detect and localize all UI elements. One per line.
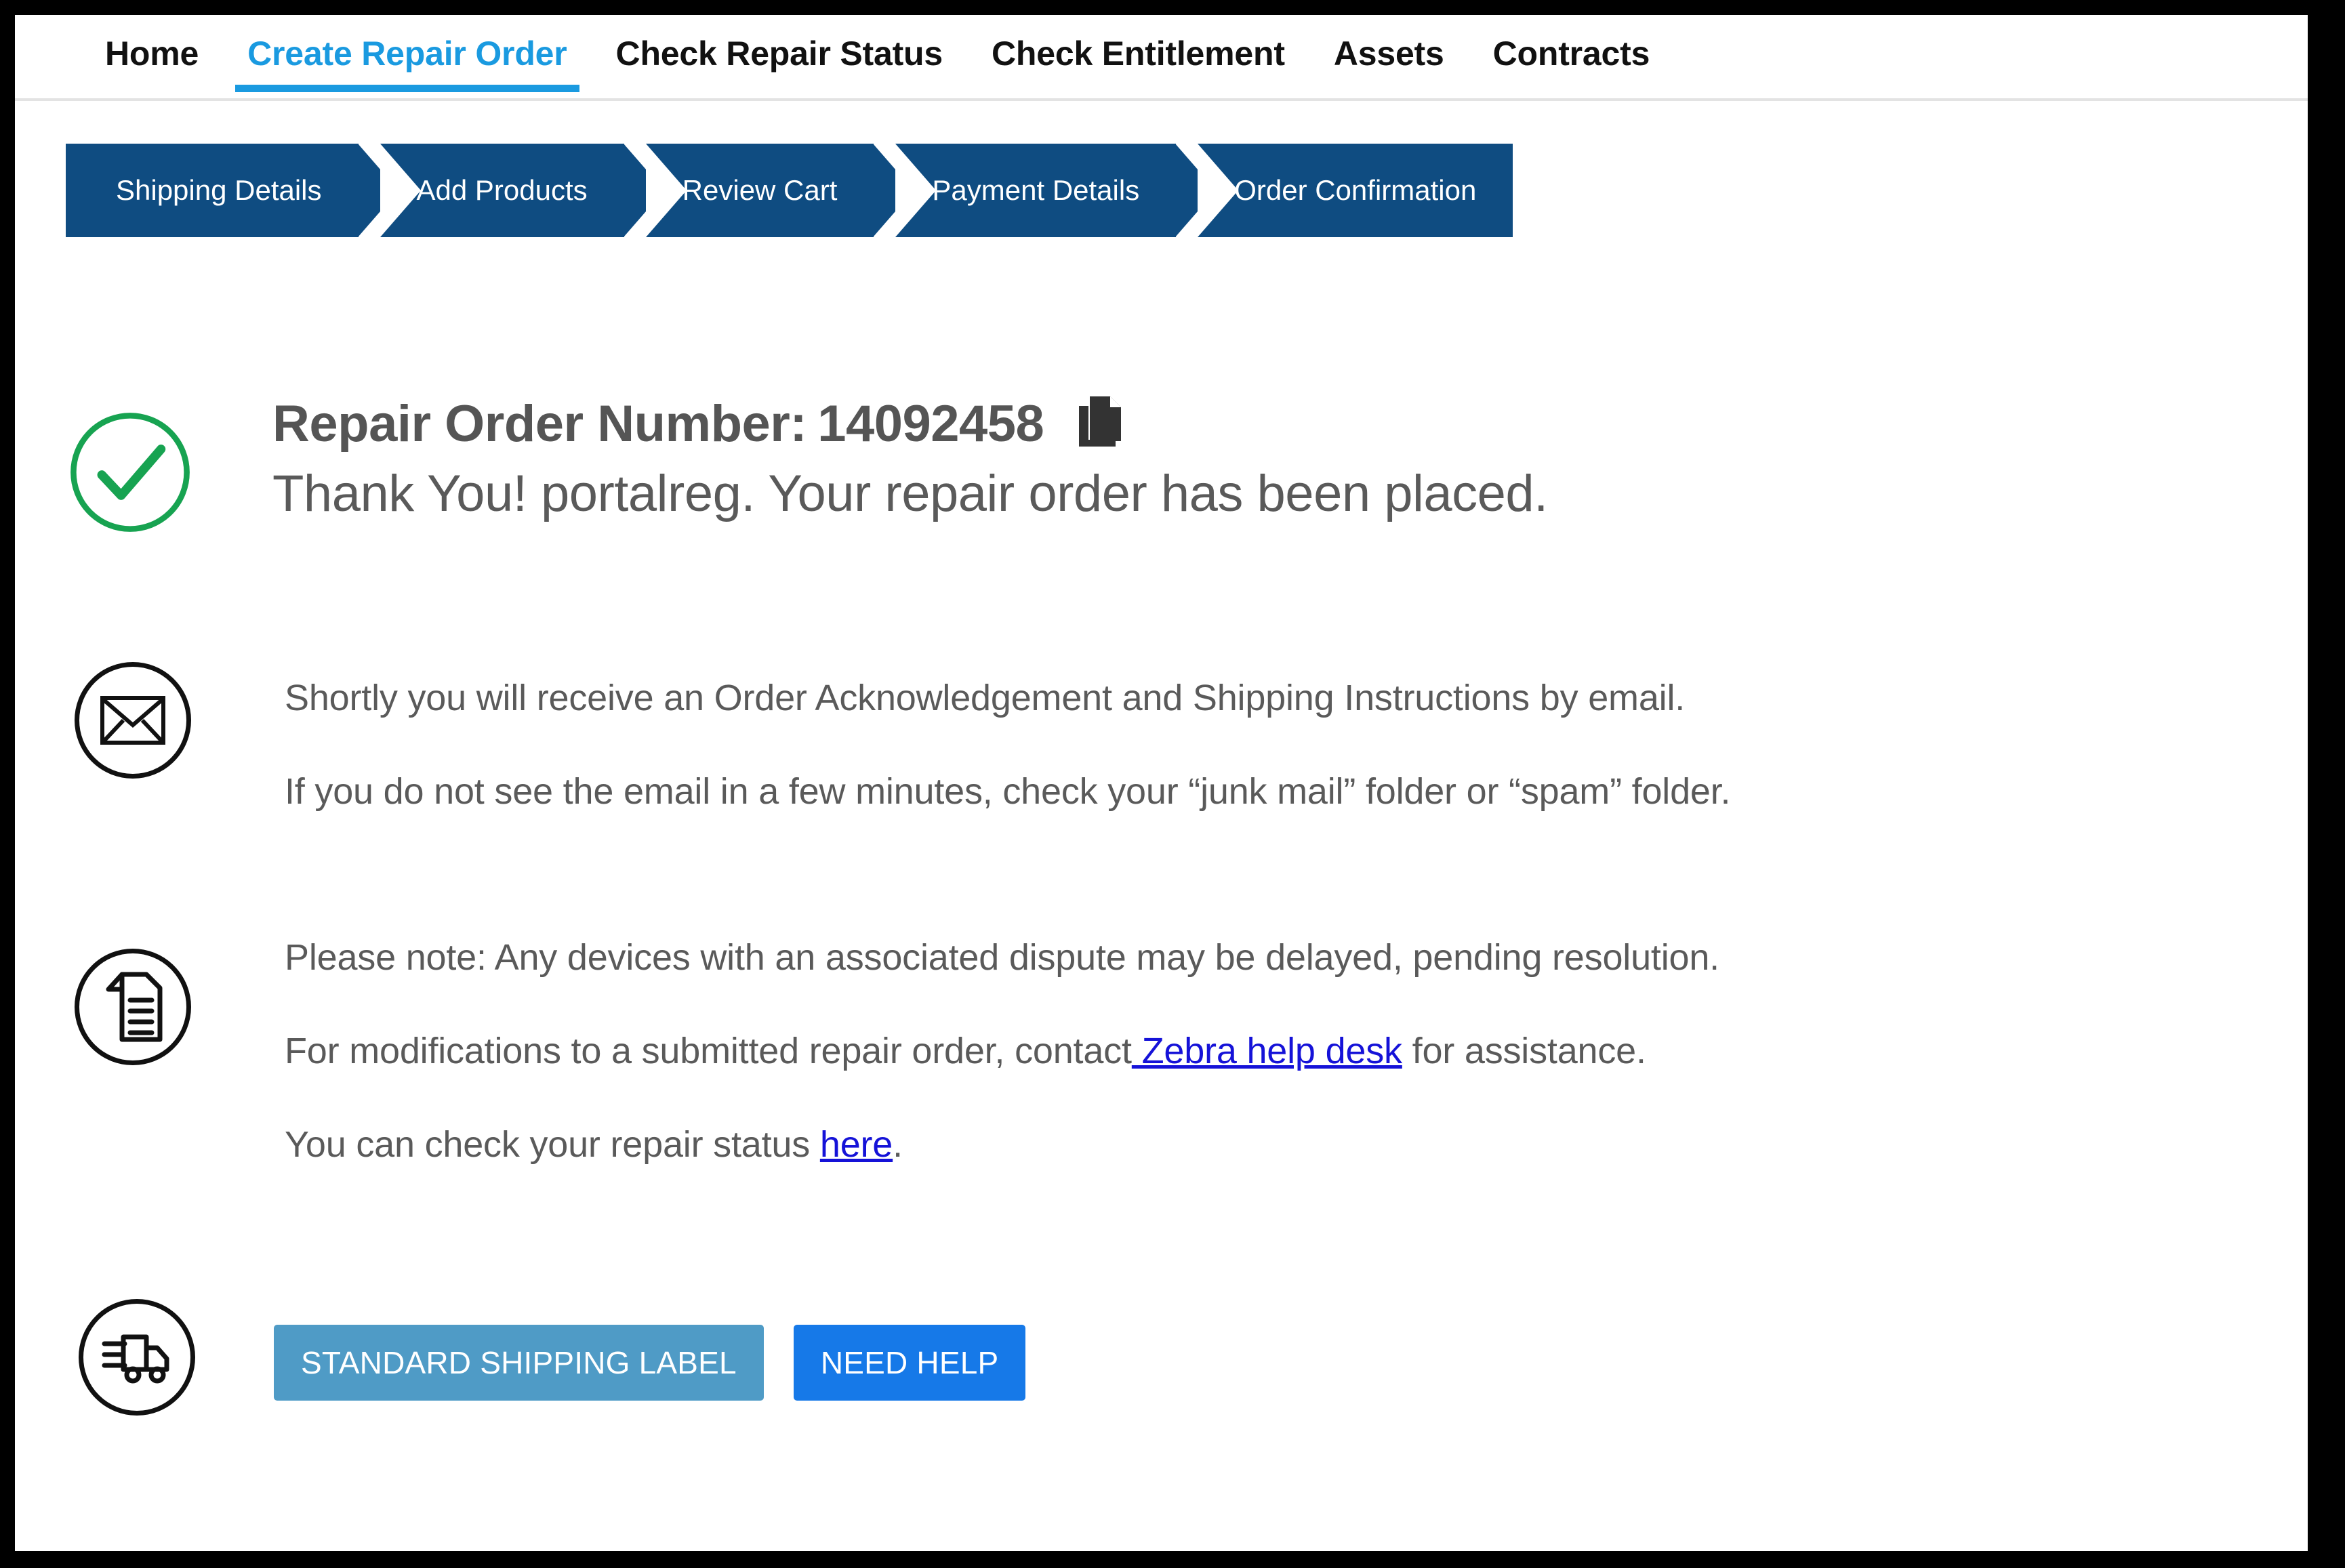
note-line-2-prefix: For modifications to a submitted repair …	[285, 1031, 1132, 1071]
step-order-confirmation[interactable]: Order Confirmation	[1198, 144, 1513, 237]
nav-item-label: Create Repair Order	[247, 35, 567, 73]
nav-item-check-entitlement[interactable]: Check Entitlement	[992, 34, 1285, 92]
truck-icon	[79, 1299, 195, 1416]
note-line-3: You can check your repair status here.	[285, 1123, 903, 1165]
order-number-label: Repair Order Number:	[272, 395, 807, 453]
step-payment-details[interactable]: Payment Details	[895, 144, 1216, 237]
order-number-value: 14092458	[817, 395, 1044, 453]
checkout-progress-stepper: Shipping Details Add Products Review Car…	[66, 144, 1513, 237]
step-label: Shipping Details	[116, 174, 322, 206]
need-help-button[interactable]: NEED HELP	[793, 1325, 1026, 1401]
top-navigation-bar: Home Create Repair Order Check Repair St…	[15, 15, 2308, 101]
nav-item-label: Contracts	[1492, 35, 1650, 73]
nav-divider	[15, 98, 2308, 101]
standard-shipping-label-button[interactable]: STANDARD SHIPPING LABEL	[274, 1325, 764, 1401]
step-label: Review Cart	[682, 174, 838, 206]
step-label: Add Products	[416, 174, 588, 206]
note-line-1: Please note: Any devices with an associa…	[285, 937, 1719, 978]
check-status-here-link[interactable]: here	[820, 1124, 893, 1165]
step-label: Order Confirmation	[1234, 174, 1477, 206]
email-notice-line-2: If you do not see the email in a few min…	[285, 771, 1731, 812]
document-icon	[75, 949, 191, 1065]
nav-item-contracts[interactable]: Contracts	[1493, 34, 1650, 92]
order-number-line: Repair Order Number: 14092458	[272, 394, 1548, 453]
copy-icon[interactable]	[1076, 395, 1124, 448]
step-review-cart[interactable]: Review Cart	[645, 144, 914, 237]
email-notice-line-1: Shortly you will receive an Order Acknow…	[285, 678, 1686, 718]
note-line-2: For modifications to a submitted repair …	[285, 1030, 1646, 1072]
header-text-block: Repair Order Number: 14092458 Thank You!…	[272, 394, 1548, 523]
page-frame: Home Create Repair Order Check Repair St…	[15, 15, 2308, 1551]
check-circle-icon	[66, 408, 195, 537]
step-add-products[interactable]: Add Products	[380, 144, 664, 237]
nav-item-check-repair-status[interactable]: Check Repair Status	[616, 34, 943, 92]
nav-item-home[interactable]: Home	[105, 34, 199, 92]
nav-item-create-repair-order[interactable]: Create Repair Order	[235, 34, 579, 92]
thank-you-message: Thank You! portalreg. Your repair order …	[272, 465, 1548, 522]
nav-item-label: Assets	[1333, 35, 1444, 73]
zebra-help-desk-link[interactable]: Zebra help desk	[1132, 1031, 1402, 1071]
nav-item-label: Check Entitlement	[992, 35, 1285, 73]
nav-item-list: Home Create Repair Order Check Repair St…	[105, 34, 1698, 92]
step-shipping-details[interactable]: Shipping Details	[66, 144, 398, 237]
note-line-3-prefix: You can check your repair status	[285, 1124, 820, 1165]
nav-item-label: Check Repair Status	[615, 35, 943, 73]
nav-item-assets[interactable]: Assets	[1334, 34, 1444, 92]
action-button-group: STANDARD SHIPPING LABEL NEED HELP	[274, 1325, 1026, 1401]
step-label: Payment Details	[932, 174, 1140, 206]
nav-item-label: Home	[105, 35, 199, 73]
note-line-3-suffix: .	[893, 1124, 903, 1165]
note-line-2-suffix: for assistance.	[1402, 1031, 1646, 1071]
envelope-icon	[75, 662, 191, 779]
